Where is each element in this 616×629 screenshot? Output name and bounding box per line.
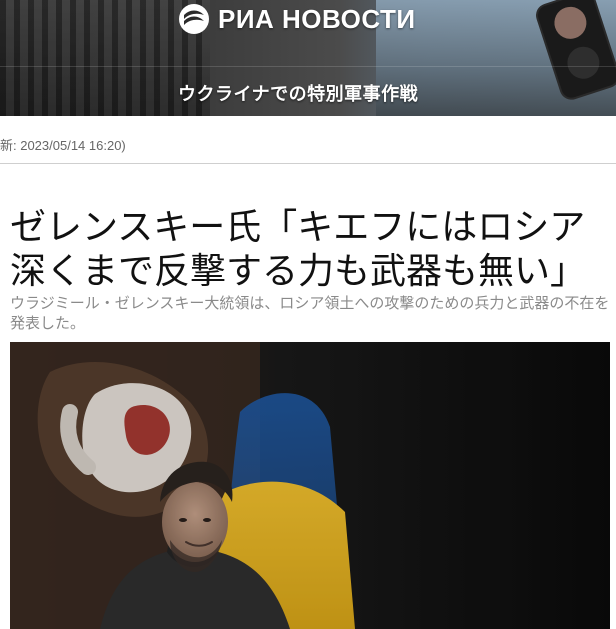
site-logo[interactable]: РИА НОВОСТИ — [178, 3, 416, 35]
traffic-light-red-lamp — [550, 2, 591, 43]
section-title-link[interactable]: ウクライナでの特別軍事作戦 — [178, 80, 418, 106]
ria-novosti-logo-icon — [179, 4, 209, 34]
article-meta: 新: 2023/05/14 16:20) — [0, 138, 126, 153]
article-photo — [10, 342, 610, 629]
article-lead: ウラジミール・ゼレンスキー大統領は、ロシア領土への攻撃のための兵力と武器の不在を… — [10, 294, 610, 332]
logo-text: РИА НОВОСТИ — [218, 3, 416, 34]
meta-divider — [0, 163, 616, 164]
article-headline: ゼレンスキー氏「キエフにはロシア深くまで反撃する力も武器も無い」 — [10, 207, 587, 293]
site-header: РИА НОВОСТИ ウクライナでの特別軍事作戦 — [0, 0, 616, 116]
header-divider — [0, 66, 616, 67]
photo-illustration — [10, 342, 610, 629]
traffic-light-off-lamp — [563, 42, 604, 83]
